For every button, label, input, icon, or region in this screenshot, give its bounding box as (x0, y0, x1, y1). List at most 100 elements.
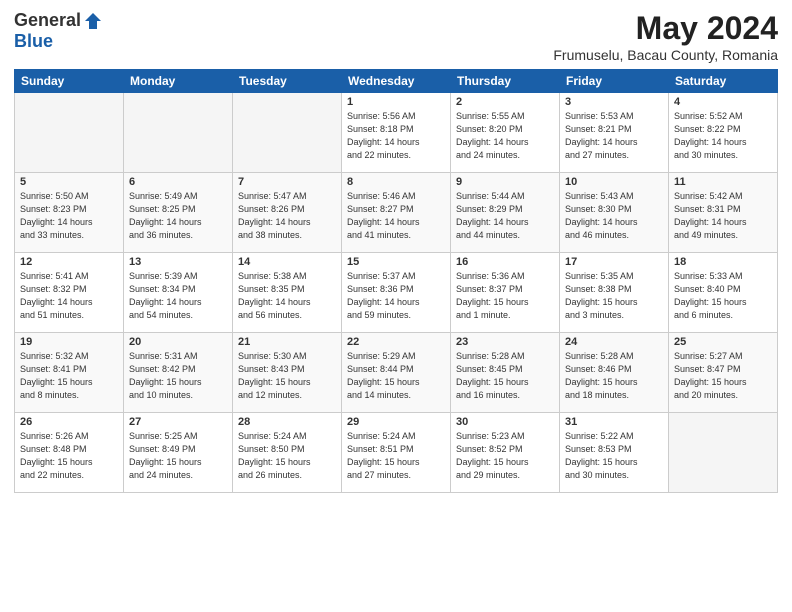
day-info: Sunrise: 5:33 AM Sunset: 8:40 PM Dayligh… (674, 270, 772, 322)
calendar-week-5: 26Sunrise: 5:26 AM Sunset: 8:48 PM Dayli… (15, 413, 778, 493)
day-info: Sunrise: 5:39 AM Sunset: 8:34 PM Dayligh… (129, 270, 227, 322)
title-block: May 2024 Frumuselu, Bacau County, Romani… (553, 10, 778, 63)
day-info: Sunrise: 5:42 AM Sunset: 8:31 PM Dayligh… (674, 190, 772, 242)
day-info: Sunrise: 5:27 AM Sunset: 8:47 PM Dayligh… (674, 350, 772, 402)
day-number: 15 (347, 256, 445, 268)
day-info: Sunrise: 5:44 AM Sunset: 8:29 PM Dayligh… (456, 190, 554, 242)
day-number: 17 (565, 256, 663, 268)
day-number: 16 (456, 256, 554, 268)
calendar-week-1: 1 Sunrise: 5:56 AM Sunset: 8:18 PM Daylig… (15, 93, 778, 173)
calendar-day: 19 Sunrise: 5:32 AM Sunset: 8:41 PM Dayli… (15, 333, 124, 413)
day-info: Sunrise: 5:25 AM Sunset: 8:49 PM Dayligh… (129, 430, 227, 482)
calendar-day (233, 93, 342, 173)
day-info: Sunrise: 5:24 AM Sunset: 8:50 PM Dayligh… (238, 430, 336, 482)
logo: General Blue (14, 10, 103, 52)
calendar-day: 31 Sunrise: 5:22 AM Sunset: 8:53 PM Dayli… (560, 413, 669, 493)
calendar-day: 1 Sunrise: 5:56 AM Sunset: 8:18 PM Daylig… (342, 93, 451, 173)
day-info: Sunrise: 5:50 AM Sunset: 8:23 PM Dayligh… (20, 190, 118, 242)
day-number: 1 (347, 96, 445, 108)
day-info: Sunrise: 5:24 AM Sunset: 8:51 PM Dayligh… (347, 430, 445, 482)
calendar-day: 24 Sunrise: 5:28 AM Sunset: 8:46 PM Dayli… (560, 333, 669, 413)
logo-icon (83, 11, 103, 31)
day-number: 13 (129, 256, 227, 268)
day-number: 31 (565, 416, 663, 428)
day-info: Sunrise: 5:22 AM Sunset: 8:53 PM Dayligh… (565, 430, 663, 482)
calendar-day: 8 Sunrise: 5:46 AM Sunset: 8:27 PM Daylig… (342, 173, 451, 253)
col-thursday: Thursday (451, 70, 560, 93)
day-info: Sunrise: 5:26 AM Sunset: 8:48 PM Dayligh… (20, 430, 118, 482)
day-info: Sunrise: 5:35 AM Sunset: 8:38 PM Dayligh… (565, 270, 663, 322)
day-number: 14 (238, 256, 336, 268)
calendar-week-2: 5 Sunrise: 5:50 AM Sunset: 8:23 PM Daylig… (15, 173, 778, 253)
calendar-day: 11 Sunrise: 5:42 AM Sunset: 8:31 PM Dayli… (669, 173, 778, 253)
calendar-day: 21 Sunrise: 5:30 AM Sunset: 8:43 PM Dayli… (233, 333, 342, 413)
col-wednesday: Wednesday (342, 70, 451, 93)
day-info: Sunrise: 5:46 AM Sunset: 8:27 PM Dayligh… (347, 190, 445, 242)
calendar-day: 22Sunrise: 5:29 AM Sunset: 8:44 PM Dayli… (342, 333, 451, 413)
day-number: 27 (129, 416, 227, 428)
calendar-day: 26Sunrise: 5:26 AM Sunset: 8:48 PM Dayli… (15, 413, 124, 493)
calendar-day: 28 Sunrise: 5:24 AM Sunset: 8:50 PM Dayli… (233, 413, 342, 493)
day-info: Sunrise: 5:55 AM Sunset: 8:20 PM Dayligh… (456, 110, 554, 162)
calendar-day: 27 Sunrise: 5:25 AM Sunset: 8:49 PM Dayli… (124, 413, 233, 493)
day-number: 29 (347, 416, 445, 428)
calendar-day: 4Sunrise: 5:52 AM Sunset: 8:22 PM Daylig… (669, 93, 778, 173)
col-tuesday: Tuesday (233, 70, 342, 93)
logo-general-text: General (14, 10, 81, 31)
calendar-body: 1 Sunrise: 5:56 AM Sunset: 8:18 PM Daylig… (15, 93, 778, 493)
calendar-day: 10 Sunrise: 5:43 AM Sunset: 8:30 PM Dayli… (560, 173, 669, 253)
day-info: Sunrise: 5:28 AM Sunset: 8:46 PM Dayligh… (565, 350, 663, 402)
calendar-week-4: 19 Sunrise: 5:32 AM Sunset: 8:41 PM Dayli… (15, 333, 778, 413)
day-number: 6 (129, 176, 227, 188)
day-number: 24 (565, 336, 663, 348)
calendar-day: 3 Sunrise: 5:53 AM Sunset: 8:21 PM Daylig… (560, 93, 669, 173)
calendar-day (124, 93, 233, 173)
calendar-day (669, 413, 778, 493)
location: Frumuselu, Bacau County, Romania (553, 47, 778, 63)
day-info: Sunrise: 5:28 AM Sunset: 8:45 PM Dayligh… (456, 350, 554, 402)
calendar-day: 23 Sunrise: 5:28 AM Sunset: 8:45 PM Dayli… (451, 333, 560, 413)
calendar-header: Sunday Monday Tuesday Wednesday Thursday… (15, 70, 778, 93)
day-number: 4 (674, 96, 772, 108)
day-info: Sunrise: 5:53 AM Sunset: 8:21 PM Dayligh… (565, 110, 663, 162)
day-number: 3 (565, 96, 663, 108)
calendar-day: 7 Sunrise: 5:47 AM Sunset: 8:26 PM Daylig… (233, 173, 342, 253)
day-number: 25 (674, 336, 772, 348)
day-number: 20 (129, 336, 227, 348)
day-number: 5 (20, 176, 118, 188)
day-number: 10 (565, 176, 663, 188)
day-info: Sunrise: 5:30 AM Sunset: 8:43 PM Dayligh… (238, 350, 336, 402)
calendar-week-3: 12 Sunrise: 5:41 AM Sunset: 8:32 PM Dayli… (15, 253, 778, 333)
day-number: 21 (238, 336, 336, 348)
calendar-day: 6Sunrise: 5:49 AM Sunset: 8:25 PM Daylig… (124, 173, 233, 253)
day-info: Sunrise: 5:29 AM Sunset: 8:44 PM Dayligh… (347, 350, 445, 402)
col-friday: Friday (560, 70, 669, 93)
day-number: 12 (20, 256, 118, 268)
day-number: 11 (674, 176, 772, 188)
calendar-day: 30Sunrise: 5:23 AM Sunset: 8:52 PM Dayli… (451, 413, 560, 493)
day-info: Sunrise: 5:43 AM Sunset: 8:30 PM Dayligh… (565, 190, 663, 242)
calendar-day: 25 Sunrise: 5:27 AM Sunset: 8:47 PM Dayli… (669, 333, 778, 413)
day-info: Sunrise: 5:36 AM Sunset: 8:37 PM Dayligh… (456, 270, 554, 322)
day-number: 28 (238, 416, 336, 428)
day-info: Sunrise: 5:41 AM Sunset: 8:32 PM Dayligh… (20, 270, 118, 322)
calendar-day: 2Sunrise: 5:55 AM Sunset: 8:20 PM Daylig… (451, 93, 560, 173)
calendar-day: 12 Sunrise: 5:41 AM Sunset: 8:32 PM Dayli… (15, 253, 124, 333)
day-number: 18 (674, 256, 772, 268)
calendar-day: 20Sunrise: 5:31 AM Sunset: 8:42 PM Dayli… (124, 333, 233, 413)
day-number: 8 (347, 176, 445, 188)
calendar-day: 5 Sunrise: 5:50 AM Sunset: 8:23 PM Daylig… (15, 173, 124, 253)
day-info: Sunrise: 5:56 AM Sunset: 8:18 PM Dayligh… (347, 110, 445, 162)
day-number: 7 (238, 176, 336, 188)
day-number: 23 (456, 336, 554, 348)
day-info: Sunrise: 5:23 AM Sunset: 8:52 PM Dayligh… (456, 430, 554, 482)
day-number: 19 (20, 336, 118, 348)
calendar-day: 14Sunrise: 5:38 AM Sunset: 8:35 PM Dayli… (233, 253, 342, 333)
calendar-day: 16 Sunrise: 5:36 AM Sunset: 8:37 PM Dayli… (451, 253, 560, 333)
calendar-day (15, 93, 124, 173)
calendar-day: 18 Sunrise: 5:33 AM Sunset: 8:40 PM Dayli… (669, 253, 778, 333)
day-info: Sunrise: 5:47 AM Sunset: 8:26 PM Dayligh… (238, 190, 336, 242)
col-saturday: Saturday (669, 70, 778, 93)
day-info: Sunrise: 5:32 AM Sunset: 8:41 PM Dayligh… (20, 350, 118, 402)
page: General Blue May 2024 Frumuselu, Bacau C… (0, 0, 792, 612)
